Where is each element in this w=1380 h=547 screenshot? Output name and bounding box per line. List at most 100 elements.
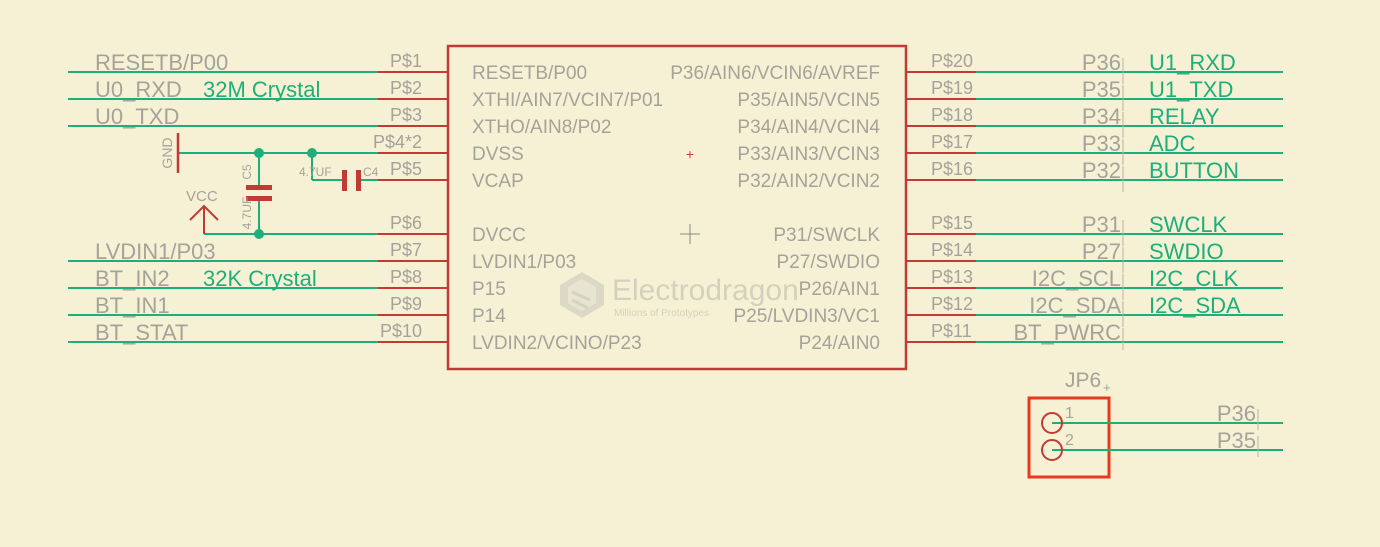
net-label: U0_RXD <box>95 77 182 102</box>
pin-number: P$2 <box>390 78 422 98</box>
pin-number: P$7 <box>390 240 422 260</box>
junction-dot <box>254 229 264 239</box>
pin-number: P$15 <box>931 213 973 233</box>
pin-number: P$9 <box>390 294 422 314</box>
net-label: U0_TXD <box>95 104 179 129</box>
pin-name: P32/AIN2/VCIN2 <box>737 171 880 192</box>
pin-number: P$20 <box>931 51 973 71</box>
net-port: P27 <box>1082 239 1121 264</box>
gnd-symbol[interactable]: GND <box>159 133 180 173</box>
connector-name: JP6 <box>1065 369 1101 392</box>
net-name: RELAY <box>1149 104 1220 129</box>
net-wire[interactable]: LVDIN1/P03 <box>68 239 378 264</box>
pin-number: P$13 <box>931 267 973 287</box>
net-wire[interactable]: I2C_SDA I2C_SDA <box>976 293 1283 318</box>
net-wire[interactable]: I2C_SCL I2C_CLK <box>976 266 1283 291</box>
pin-number: P$6 <box>390 213 422 233</box>
capacitor-plate-icon <box>342 170 347 191</box>
connector-origin-mark: + <box>1103 380 1111 395</box>
net-wire[interactable]: P34 RELAY <box>976 104 1283 129</box>
pin-net: P36 <box>1217 401 1256 426</box>
left-nets: RESETB/P00 U0_RXD 32M Crystal U0_TXD LVD… <box>68 50 378 345</box>
pin-number: P$11 <box>931 321 972 341</box>
net-label: RESETB/P00 <box>95 50 228 75</box>
net-wire[interactable]: U0_TXD <box>68 104 378 129</box>
net-wire[interactable]: BT_STAT <box>68 320 378 345</box>
net-name: ADC <box>1149 131 1196 156</box>
chip-right-pins: P$20 P36/AIN6/VCIN6/AVREF P$19 P35/AIN5/… <box>670 51 976 354</box>
vcc-label: VCC <box>186 188 218 205</box>
capacitor-c4[interactable]: 4.7UF C4 <box>299 153 379 191</box>
net-port: I2C_SCL <box>1032 266 1121 291</box>
net-wire[interactable]: P27 SWDIO <box>976 239 1283 264</box>
capacitor-plate-icon <box>356 170 361 191</box>
capacitor-c5[interactable]: C5 4.7UF <box>240 153 272 234</box>
connector-pin[interactable]: 2 P35 <box>1041 428 1283 461</box>
net-name: U1_RXD <box>1149 50 1236 75</box>
net-port: P33 <box>1082 131 1121 156</box>
right-nets: P36 U1_RXD P35 U1_TXD P34 RELAY P33 ADC … <box>976 50 1283 345</box>
pin-number: P$14 <box>931 240 973 260</box>
electrodragon-logo-icon <box>560 272 604 318</box>
net-label: BT_IN1 <box>95 293 170 318</box>
net-wire[interactable]: P36 U1_RXD <box>976 50 1283 75</box>
pin-number: P$1 <box>390 51 422 71</box>
chip-pin[interactable]: P$10 LVDIN2/VCINO/P23 <box>378 321 642 354</box>
chip-origin-mark: + <box>686 146 694 162</box>
net-wire[interactable]: RESETB/P00 <box>68 50 378 75</box>
net-wire[interactable]: BT_IN1 <box>68 293 378 318</box>
pin-name: P33/AIN3/VCIN3 <box>737 144 880 165</box>
pin-name: XTHI/AIN7/VCIN7/P01 <box>472 90 663 111</box>
pin-name: P34/AIN4/VCIN4 <box>737 117 880 138</box>
cap-name: C5 <box>240 164 254 180</box>
net-wire[interactable]: U0_RXD 32M Crystal <box>68 77 378 102</box>
pin-number: 1 <box>1065 405 1074 422</box>
net-label: LVDIN1/P03 <box>95 239 216 264</box>
pin-name: P35/AIN5/VCIN5 <box>737 90 880 111</box>
net-port: BT_PWRC <box>1013 320 1121 345</box>
net-wire[interactable]: P32 BUTTON <box>976 158 1283 183</box>
pin-name: P14 <box>472 306 506 327</box>
pin-name: RESETB/P00 <box>472 63 587 84</box>
watermark-tagline: Millions of Prototypes <box>614 308 709 319</box>
net-wire[interactable]: P31 SWCLK <box>976 212 1283 237</box>
net-port: P36 <box>1082 50 1121 75</box>
schematic-canvas: Electrodragon Millions of Prototypes + P… <box>68 44 1283 479</box>
net-label: BT_IN2 <box>95 266 170 291</box>
net-note: 32M Crystal <box>203 77 320 102</box>
pin-name: P24/AIN0 <box>799 333 880 354</box>
pin-number: P$18 <box>931 105 973 125</box>
junction-dot <box>254 148 264 158</box>
pin-number: P$10 <box>380 321 422 341</box>
net-name: I2C_CLK <box>1149 266 1239 291</box>
net-port: P32 <box>1082 158 1121 183</box>
pin-number: P$17 <box>931 132 973 152</box>
capacitor-plate-icon <box>246 185 272 190</box>
pin-name: P25/LVDIN3/VC1 <box>734 306 880 327</box>
net-name: U1_TXD <box>1149 77 1233 102</box>
cap-value: 4.7UF <box>299 165 332 179</box>
pin-name: LVDIN1/P03 <box>472 252 576 273</box>
net-name: SWDIO <box>1149 239 1224 264</box>
net-port: I2C_SDA <box>1029 293 1121 318</box>
connector-jp6[interactable]: JP6 + 1 P36 2 P35 <box>1027 369 1283 479</box>
pin-name: XTHO/AIN8/P02 <box>472 117 611 138</box>
net-wire[interactable]: P33 ADC <box>976 131 1283 156</box>
net-name: I2C_SDA <box>1149 293 1241 318</box>
net-note: 32K Crystal <box>203 266 317 291</box>
pin-name: P26/AIN1 <box>799 279 880 300</box>
pin-name: P15 <box>472 279 506 300</box>
net-wire[interactable]: BT_PWRC <box>976 320 1283 345</box>
pin-name: P27/SWDIO <box>777 252 880 273</box>
net-name: BUTTON <box>1149 158 1239 183</box>
pin-number: P$3 <box>390 105 422 125</box>
pin-number: 2 <box>1065 432 1074 449</box>
vcc-symbol[interactable]: VCC <box>186 188 219 234</box>
pin-name: P36/AIN6/VCIN6/AVREF <box>670 63 880 84</box>
watermark-brand: Electrodragon <box>612 274 799 307</box>
net-wire[interactable]: BT_IN2 32K Crystal <box>68 266 378 291</box>
net-wire[interactable]: P35 U1_TXD <box>976 77 1283 102</box>
net-name: SWCLK <box>1149 212 1228 237</box>
pin-name: LVDIN2/VCINO/P23 <box>472 333 642 354</box>
pin-number: P$4*2 <box>373 132 422 152</box>
